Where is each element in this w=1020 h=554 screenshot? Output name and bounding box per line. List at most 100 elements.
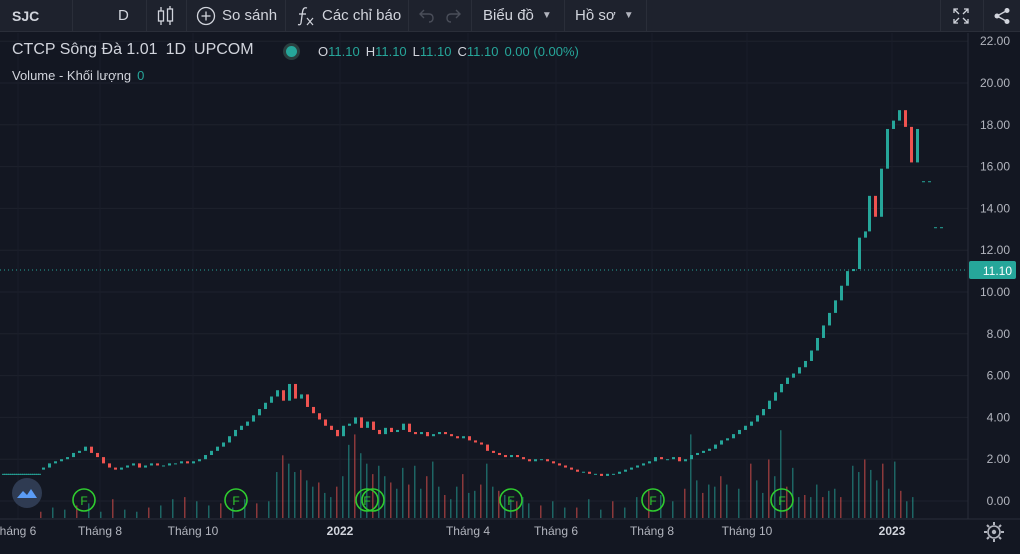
settings-button[interactable] (984, 522, 1004, 542)
price-candle (822, 325, 825, 338)
event-label: F (649, 494, 656, 508)
volume-bar (822, 497, 824, 518)
price-candle (582, 471, 585, 473)
price-candle (234, 429, 237, 437)
price-candle (288, 383, 291, 401)
undo-button[interactable] (418, 0, 436, 31)
chart-style-button[interactable] (156, 0, 176, 31)
top-toolbar: SJC D So sánh Các chỉ báo Biểu đồ ▼ Hồ sơ… (0, 0, 1020, 32)
price-candle (534, 459, 537, 462)
y-tick-label: 2.00 (987, 452, 1011, 466)
volume-bar (300, 469, 302, 518)
time-axis[interactable]: háng 6 Tháng 8 Tháng 10 2022 Tháng 4 Tháng 6 T… (0, 524, 906, 538)
volume-bar (564, 507, 566, 518)
company-name: CTCP Sông Đà 1.01 (12, 41, 158, 58)
price-candle (138, 463, 141, 468)
price-candle (48, 463, 51, 468)
volume-bar (870, 469, 872, 518)
price-candle (426, 432, 429, 437)
y-tick-label: 18.00 (980, 118, 1010, 132)
price-candle (624, 469, 627, 472)
volume-bar (738, 488, 740, 518)
volume-bar (232, 507, 234, 518)
price-candle (264, 402, 267, 410)
price-candle (456, 436, 459, 439)
price-candle (210, 450, 213, 456)
price-candle (606, 473, 609, 476)
volume-bar (804, 495, 806, 518)
price-candle (324, 419, 327, 426)
volume-bar (528, 503, 530, 518)
volume-bar (390, 482, 392, 518)
price-candle (222, 442, 225, 447)
tradingview-logo[interactable] (12, 478, 42, 508)
price-candle (198, 459, 201, 462)
volume-bar (576, 507, 578, 518)
divider (408, 0, 409, 31)
price-candle (612, 473, 615, 475)
volume-bar (444, 495, 446, 518)
volume-bar (882, 463, 884, 518)
volume-bar (876, 480, 878, 518)
close-value: 11.10 (466, 44, 499, 59)
event-marker[interactable]: F (224, 488, 248, 512)
fullscreen-button[interactable] (952, 0, 970, 31)
volume-bar (196, 501, 198, 518)
redo-icon (446, 9, 461, 23)
price-candle (168, 463, 171, 466)
volume-bar (468, 492, 470, 518)
price-candle (648, 461, 651, 464)
price-candle (738, 429, 741, 435)
volume-bar (720, 476, 722, 518)
price-candle (792, 373, 795, 378)
divider (646, 0, 647, 31)
market-status-dot[interactable] (286, 46, 297, 57)
price-candle (864, 231, 867, 238)
chart-type-dropdown[interactable]: Biểu đồ ▼ (483, 0, 552, 31)
event-marker[interactable]: F (499, 488, 523, 512)
price-candle (630, 467, 633, 470)
volume-bar (172, 499, 174, 518)
indicators-button[interactable]: Các chỉ báo (296, 0, 401, 31)
price-candle (492, 450, 495, 453)
price-candle (372, 421, 375, 430)
y-tick-label: 4.00 (987, 410, 1011, 424)
volume-bar (64, 509, 66, 518)
volume-bar (852, 465, 854, 518)
volume-bar (900, 490, 902, 518)
price-candle (216, 446, 219, 451)
price-candle (786, 377, 789, 384)
volume-bar (702, 492, 704, 518)
price-candle (660, 457, 663, 460)
compare-button[interactable]: So sánh (196, 0, 277, 31)
event-marker[interactable]: F (72, 488, 96, 512)
profile-label: Hồ sơ (575, 7, 616, 24)
price-candle (828, 312, 831, 326)
volume-bar (294, 472, 296, 518)
volume-bar (148, 507, 150, 518)
price-candle (768, 400, 771, 410)
volume-bar (504, 495, 506, 518)
price-candle (654, 457, 657, 462)
volume-bar (672, 501, 674, 518)
price-candle (798, 367, 801, 374)
volume-bar (612, 501, 614, 518)
interval-button[interactable]: D (118, 0, 129, 31)
price-chart[interactable]: FFFFFF 22.0020.0018.0016.0014.0012.0010.… (0, 33, 1020, 554)
divider (983, 0, 984, 31)
symbol-label: SJC (12, 7, 40, 24)
price-candle (934, 227, 937, 229)
price-candle (816, 337, 819, 351)
price-candle (390, 427, 393, 433)
divider (285, 0, 286, 31)
volume-bar (768, 459, 770, 518)
price-candle (618, 471, 621, 474)
price-candle (886, 128, 889, 169)
volume-bar (888, 488, 890, 518)
symbol-search[interactable]: SJC (12, 0, 39, 31)
price-candle (810, 350, 813, 361)
profile-dropdown[interactable]: Hồ sơ ▼ (575, 0, 634, 31)
share-button[interactable] (993, 0, 1011, 31)
price-candle (690, 455, 693, 460)
redo-button[interactable] (444, 0, 462, 31)
